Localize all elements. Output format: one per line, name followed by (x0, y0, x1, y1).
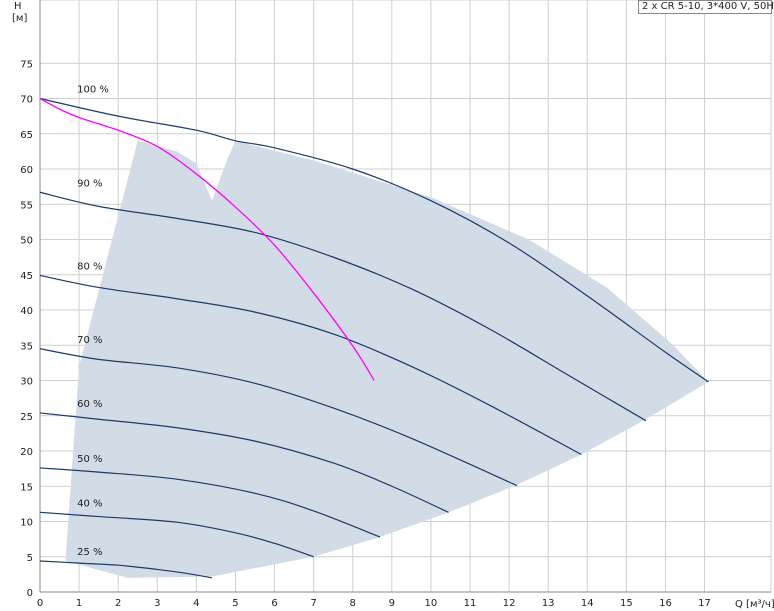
y-tick-label: 0 (27, 588, 33, 599)
x-axis-title: Q [м³/ч] (735, 599, 774, 610)
x-tick-label: 13 (542, 598, 555, 609)
x-tick-label: 8 (350, 598, 356, 609)
x-tick-label: 12 (503, 598, 516, 609)
y-tick-label: 5 (27, 553, 33, 564)
pump-curve-chart: 100 %90 %80 %70 %60 %50 %40 %25 % 012345… (12, 0, 774, 610)
y-tick-label: 15 (20, 482, 33, 493)
y-tick-label: 10 (20, 518, 33, 529)
x-tick-label: 10 (425, 598, 438, 609)
curve-label: 25 % (77, 547, 102, 558)
y-tick-label: 35 (20, 341, 33, 352)
x-tick-label: 11 (464, 598, 477, 609)
x-tick-label: 0 (37, 598, 43, 609)
x-tick-label: 3 (154, 598, 160, 609)
x-tick-label: 6 (271, 598, 277, 609)
y-tick-label: 30 (20, 377, 33, 388)
curve-label: 60 % (77, 399, 102, 410)
curve-label: 100 % (77, 85, 109, 96)
y-tick-label: 70 (20, 95, 33, 106)
y-tick-label: 55 (20, 200, 33, 211)
curve-label: 90 % (77, 178, 102, 189)
y-tick-label: 65 (20, 130, 33, 141)
x-tick-label: 16 (659, 598, 672, 609)
curve-label: 80 % (77, 261, 102, 272)
x-tick-label: 15 (620, 598, 633, 609)
y-tick-label: 40 (20, 306, 33, 317)
y-tick-label: 20 (20, 447, 33, 458)
x-tick-label: 2 (115, 598, 121, 609)
y-axis-unit: [м] (12, 13, 27, 24)
y-tick-label: 60 (20, 165, 33, 176)
y-tick-label: 50 (20, 236, 33, 247)
x-tick-label: 5 (232, 598, 238, 609)
y-tick-label: 25 (20, 412, 33, 423)
y-tick-label: 75 (20, 59, 33, 70)
curve-label: 40 % (77, 498, 102, 509)
x-tick-label: 9 (389, 598, 395, 609)
x-tick-label: 17 (698, 598, 711, 609)
y-axis-title: H (14, 1, 22, 12)
y-tick-label: 45 (20, 271, 33, 282)
x-tick-label: 14 (581, 598, 594, 609)
x-tick-label: 1 (76, 598, 82, 609)
x-tick-label: 7 (310, 598, 316, 609)
operating-area (65, 140, 709, 578)
curve-label: 70 % (77, 335, 102, 346)
x-tick-label: 4 (193, 598, 199, 609)
chart-title: 2 x CR 5-10, 3*400 V, 50Hz (638, 0, 774, 14)
curve-label: 50 % (77, 454, 102, 465)
